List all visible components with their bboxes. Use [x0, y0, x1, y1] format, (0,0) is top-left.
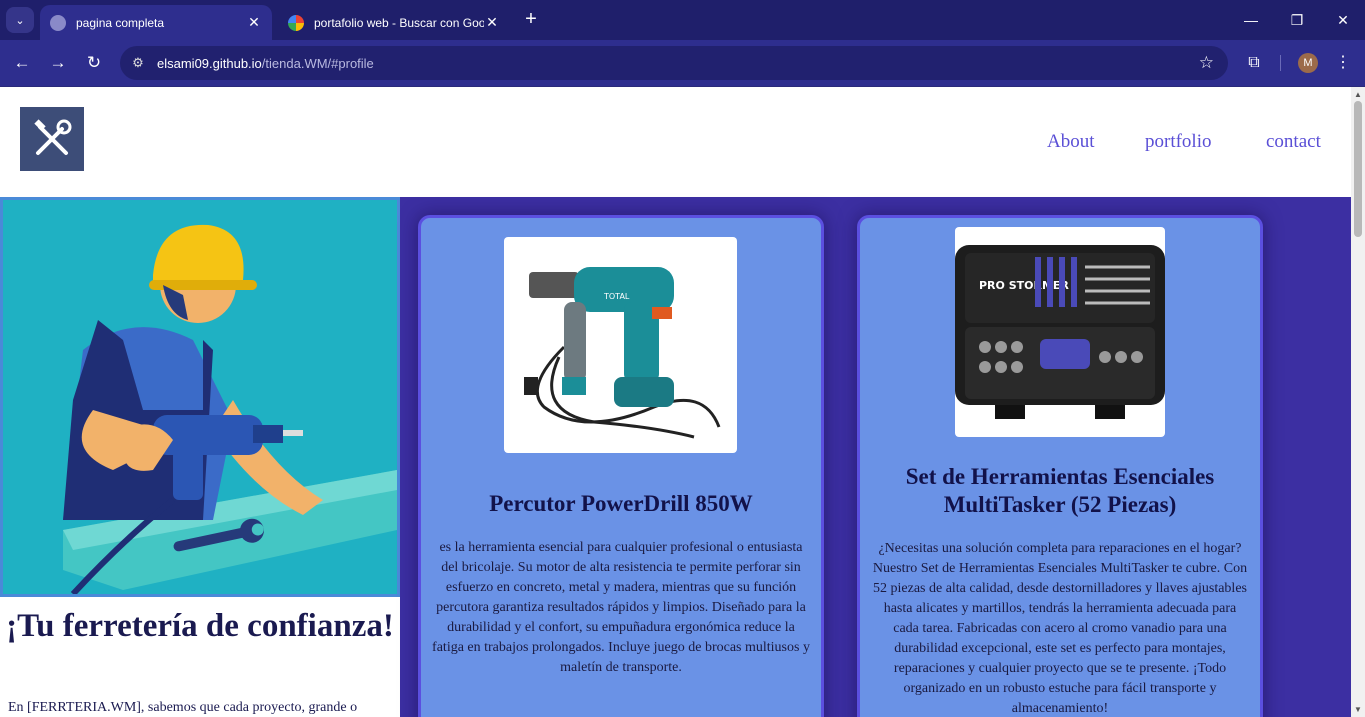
product-description: ¿Necesitas una solución completa para re…: [872, 541, 1248, 716]
google-icon: [288, 14, 304, 31]
product-card-drill: TOTAL Percutor PowerDrill 850W es la her…: [418, 215, 824, 717]
forward-button[interactable]: →: [46, 51, 70, 75]
extensions-icon[interactable]: ⧉: [1242, 51, 1266, 75]
close-window-button[interactable]: ✕: [1331, 8, 1355, 32]
globe-icon: [50, 14, 66, 31]
tab-title: pagina completa: [76, 15, 165, 30]
worker-illustration: [0, 197, 400, 597]
hero-title: ¡Tu ferretería de confianza!: [6, 608, 394, 644]
nav-portfolio-link[interactable]: portfolio: [1145, 131, 1212, 153]
site-info-icon[interactable]: ⚙: [128, 55, 148, 71]
product-title: Percutor PowerDrill 850W: [489, 491, 753, 516]
tab-pagina-completa[interactable]: pagina completa ✕: [40, 5, 272, 40]
reload-button[interactable]: ↻: [82, 51, 106, 75]
toolset-product-image: PRO STORMER: [955, 227, 1165, 437]
toolset-brand-text: PRO STORMER: [979, 279, 1069, 292]
drill-brand-text: TOTAL: [603, 292, 630, 301]
web-page: About portfolio contact ¡Tu ferretería d…: [0, 87, 1351, 717]
browser-tabstrip: ⌄ pagina completa ✕ portafolio web - Bus…: [0, 0, 1365, 40]
close-tab-icon[interactable]: ✕: [246, 14, 262, 31]
page-scrollbar[interactable]: ▲ ▼: [1351, 87, 1365, 717]
product-card-toolset: PRO STORMER Set de Herramientas Esencial…: [857, 215, 1263, 717]
tools-logo[interactable]: [20, 107, 84, 171]
tab-google-search[interactable]: portafolio web - Buscar con Goo ✕: [278, 5, 510, 40]
url-text[interactable]: elsami09.github.io/tienda.WM/#profile: [157, 56, 374, 71]
minimize-button[interactable]: —: [1239, 8, 1263, 32]
tab-title: portafolio web - Buscar con Goo: [314, 15, 484, 30]
nav-contact-link[interactable]: contact: [1266, 131, 1321, 153]
scroll-up-icon[interactable]: ▲: [1354, 90, 1362, 99]
hero-section: ¡Tu ferretería de confianza! En [FERRTER…: [0, 197, 400, 717]
product-title: Set de Herramientas Esenciales MultiTask…: [905, 464, 1215, 517]
profile-avatar[interactable]: M: [1298, 53, 1318, 73]
tab-search-button[interactable]: ⌄: [6, 7, 34, 33]
product-description: es la herramienta esencial para cualquie…: [432, 540, 810, 675]
tools-icon: [34, 119, 72, 155]
scroll-thumb[interactable]: [1354, 101, 1362, 237]
address-bar[interactable]: ⚙ elsami09.github.io/tienda.WM/#profile …: [120, 46, 1228, 80]
site-header: About portfolio contact: [0, 87, 1351, 197]
close-tab-icon[interactable]: ✕: [484, 14, 500, 31]
browser-toolbar: ← → ↻ ⚙ elsami09.github.io/tienda.WM/#pr…: [0, 40, 1365, 86]
scroll-down-icon[interactable]: ▼: [1354, 705, 1362, 714]
new-tab-button[interactable]: +: [520, 8, 542, 30]
drill-product-image: TOTAL: [504, 237, 737, 453]
toolbar-separator: [1280, 55, 1281, 71]
hero-text: En [FERRTERIA.WM], sabemos que cada proy…: [8, 700, 358, 715]
nav-about-link[interactable]: About: [1047, 131, 1095, 153]
back-button[interactable]: ←: [10, 51, 34, 75]
bookmark-star-icon[interactable]: ☆: [1199, 53, 1214, 73]
menu-icon[interactable]: ⋮: [1331, 51, 1355, 75]
restore-button[interactable]: ❐: [1285, 8, 1309, 32]
